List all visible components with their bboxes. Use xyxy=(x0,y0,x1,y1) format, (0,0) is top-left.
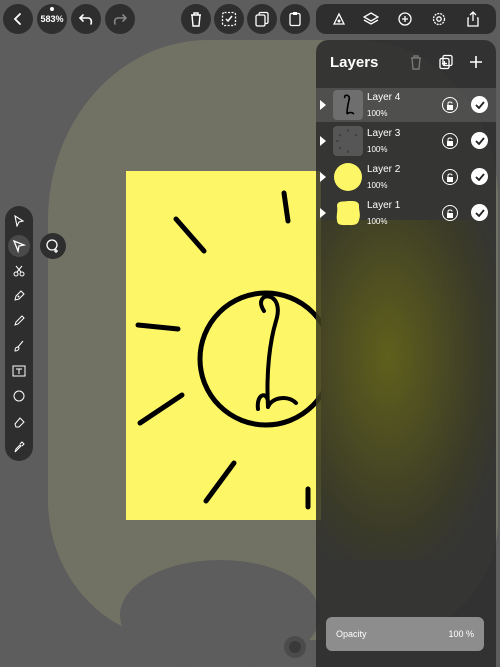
sun-ray xyxy=(135,322,181,332)
layer-opacity: 100% xyxy=(367,217,388,226)
add-layer-icon[interactable] xyxy=(468,54,484,70)
zoom-button[interactable]: 583% xyxy=(37,4,67,34)
layer-opacity: 100% xyxy=(367,145,388,154)
duplicate-layer-icon[interactable] xyxy=(438,54,454,70)
text-icon xyxy=(12,365,26,377)
share-icon xyxy=(467,11,479,27)
eraser-icon xyxy=(14,416,25,427)
sun-drawing xyxy=(135,190,321,510)
panel-backdrop-blur xyxy=(316,220,496,560)
tool-direct-select[interactable] xyxy=(8,235,30,257)
select-all-icon xyxy=(221,11,237,27)
delete-button[interactable] xyxy=(181,4,211,34)
tool-palette xyxy=(5,206,33,461)
sun-ray xyxy=(137,392,185,426)
tool-scissors[interactable] xyxy=(8,260,30,282)
layer-opacity: 100% xyxy=(367,181,388,190)
layer-row-1[interactable]: Layer 1 100% xyxy=(316,196,496,230)
layer-thumbnail xyxy=(333,126,363,156)
delete-layer-icon[interactable] xyxy=(409,54,423,70)
lasso-icon xyxy=(46,239,58,253)
direct-select-icon xyxy=(12,239,26,253)
expand-triangle-icon[interactable] xyxy=(320,136,326,146)
arrow-select-icon xyxy=(14,214,25,227)
layer-name: Layer 4 xyxy=(367,92,401,103)
share-button[interactable] xyxy=(460,4,486,34)
brush-settings-icon xyxy=(332,12,346,25)
sun-ray xyxy=(281,190,291,224)
layers-button[interactable] xyxy=(358,4,384,34)
brush-icon xyxy=(14,340,24,352)
trash-icon xyxy=(191,12,201,27)
pencil-icon xyxy=(14,315,25,326)
redo-icon xyxy=(113,14,128,25)
drawing-canvas[interactable] xyxy=(126,171,321,520)
lock-icon[interactable] xyxy=(442,169,458,185)
sun-ray xyxy=(173,216,207,254)
undo-icon xyxy=(78,14,93,25)
layer-thumbnail xyxy=(333,162,363,192)
layer-thumbnail xyxy=(333,90,363,120)
layer-name: Layer 2 xyxy=(367,164,401,175)
tool-pencil[interactable] xyxy=(8,310,30,332)
opacity-slider[interactable]: Opacity 100 % xyxy=(326,617,484,651)
layer-opacity: 100% xyxy=(367,109,388,118)
tool-arrow-select[interactable] xyxy=(8,210,30,232)
number-drawing xyxy=(255,294,298,411)
layer-name: Layer 1 xyxy=(367,200,401,211)
eyedropper-icon xyxy=(14,440,25,452)
paste-button[interactable] xyxy=(280,4,310,34)
tool-pen[interactable] xyxy=(8,285,30,307)
visibility-check-icon[interactable] xyxy=(471,132,488,149)
scissors-icon xyxy=(13,265,25,277)
tool-eraser[interactable] xyxy=(8,411,30,433)
zoom-indicator-dot xyxy=(50,7,54,11)
visibility-check-icon[interactable] xyxy=(471,168,488,185)
redo-button[interactable] xyxy=(105,4,135,34)
duplicate-button[interactable] xyxy=(247,4,277,34)
tool-eyedropper[interactable] xyxy=(8,436,30,458)
expand-triangle-icon[interactable] xyxy=(320,208,326,218)
pen-icon xyxy=(14,290,25,301)
layer-row-2[interactable]: Layer 2 100% xyxy=(316,160,496,194)
layer-row-3[interactable]: Layer 3 100% xyxy=(316,124,496,158)
zoom-level: 583% xyxy=(40,14,64,24)
select-all-button[interactable] xyxy=(214,4,244,34)
ellipse-icon xyxy=(13,390,25,402)
back-icon xyxy=(13,13,21,25)
sun-ray xyxy=(203,460,237,504)
back-button[interactable] xyxy=(3,4,33,34)
add-button[interactable] xyxy=(392,4,418,34)
sun-circle xyxy=(197,290,321,428)
tool-shape[interactable] xyxy=(8,386,30,408)
add-icon xyxy=(398,12,412,26)
lock-icon[interactable] xyxy=(442,133,458,149)
layer-name: Layer 3 xyxy=(367,128,401,139)
expand-triangle-icon[interactable] xyxy=(320,172,326,182)
tool-text[interactable] xyxy=(8,361,30,383)
settings-icon xyxy=(432,12,446,26)
layers-icon xyxy=(363,12,379,25)
paste-icon xyxy=(289,12,301,27)
tool-brush[interactable] xyxy=(8,335,30,357)
panel-title: Layers xyxy=(330,54,379,71)
visibility-check-icon[interactable] xyxy=(471,96,488,113)
expand-triangle-icon[interactable] xyxy=(320,100,326,110)
settings-button[interactable] xyxy=(426,4,452,34)
undo-button[interactable] xyxy=(71,4,101,34)
brush-settings-button[interactable] xyxy=(326,4,352,34)
lock-icon[interactable] xyxy=(442,205,458,221)
visibility-check-icon[interactable] xyxy=(471,204,488,221)
lasso-button[interactable] xyxy=(40,233,66,259)
lock-icon[interactable] xyxy=(442,97,458,113)
duplicate-icon xyxy=(255,11,269,27)
opacity-label: Opacity xyxy=(336,629,367,639)
opacity-value: 100 % xyxy=(448,629,474,639)
layers-panel: Layers Layer 4 100% Layer 3 100% Layer 2… xyxy=(316,40,496,667)
layer-thumbnail xyxy=(333,198,363,228)
home-indicator[interactable] xyxy=(284,636,306,658)
layer-row-4[interactable]: Layer 4 100% xyxy=(316,88,496,122)
